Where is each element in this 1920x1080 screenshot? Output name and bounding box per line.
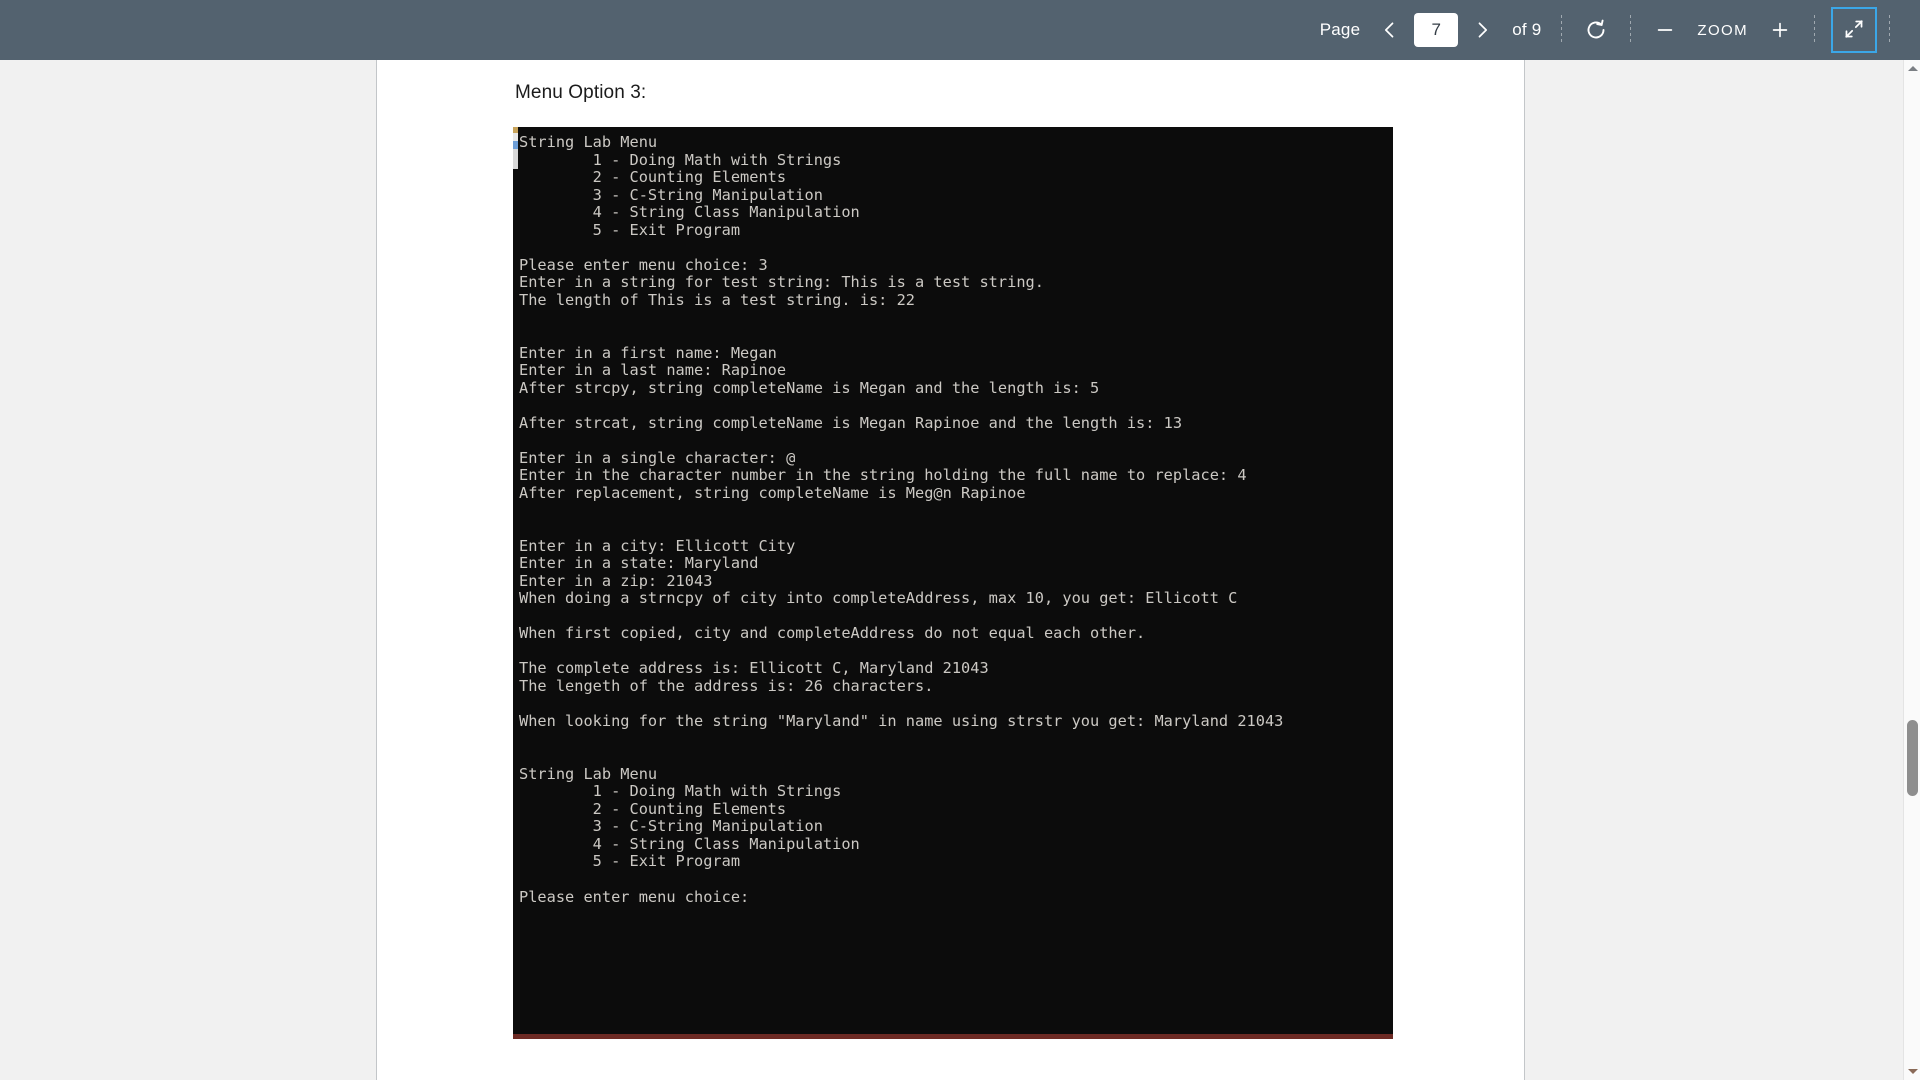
- zoom-in-button[interactable]: [1758, 8, 1802, 52]
- page-navigation-group: Page of 9: [1312, 0, 1550, 60]
- page-total-label: of 9: [1512, 20, 1542, 39]
- page-heading: Menu Option 3:: [515, 82, 647, 103]
- viewer-toolbar: Page of 9: [0, 0, 1920, 60]
- toolbar-separator: [1561, 15, 1563, 45]
- previous-page-button[interactable]: [1368, 8, 1412, 52]
- page-label: Page: [1319, 20, 1361, 39]
- document-page: Menu Option 3: String Lab Menu 1 - Doing…: [376, 60, 1525, 1080]
- fullscreen-exit-button[interactable]: [1831, 7, 1877, 53]
- zoom-group: ZOOM: [1643, 0, 1802, 60]
- console-output-text: String Lab Menu 1 - Doing Math with Stri…: [519, 133, 1284, 906]
- scroll-up-arrow[interactable]: [1904, 60, 1920, 77]
- document-viewer: Menu Option 3: String Lab Menu 1 - Doing…: [0, 60, 1920, 1080]
- chevron-left-icon: [1380, 20, 1400, 40]
- page-number-input[interactable]: [1414, 13, 1459, 47]
- triangle-up-icon: [1907, 66, 1918, 71]
- triangle-down-icon: [1907, 1069, 1918, 1074]
- minus-icon: [1654, 19, 1676, 41]
- rotate-button[interactable]: [1574, 8, 1618, 52]
- plus-icon: [1769, 19, 1791, 41]
- next-page-button[interactable]: [1460, 8, 1504, 52]
- vertical-scrollbar[interactable]: [1903, 60, 1920, 1080]
- scroll-down-arrow[interactable]: [1904, 1063, 1920, 1080]
- toolbar-separator: [1630, 15, 1632, 45]
- compress-arrows-icon: [1843, 18, 1865, 43]
- zoom-out-button[interactable]: [1643, 8, 1687, 52]
- scroll-thumb[interactable]: [1907, 720, 1918, 796]
- rotate-clockwise-icon: [1584, 18, 1608, 42]
- toolbar-separator: [1889, 15, 1890, 45]
- capture-edge-artifact: [513, 127, 518, 1034]
- chevron-right-icon: [1472, 20, 1492, 40]
- console-output-image: String Lab Menu 1 - Doing Math with Stri…: [513, 127, 1393, 1039]
- zoom-label: ZOOM: [1697, 21, 1748, 39]
- toolbar-separator: [1814, 15, 1815, 45]
